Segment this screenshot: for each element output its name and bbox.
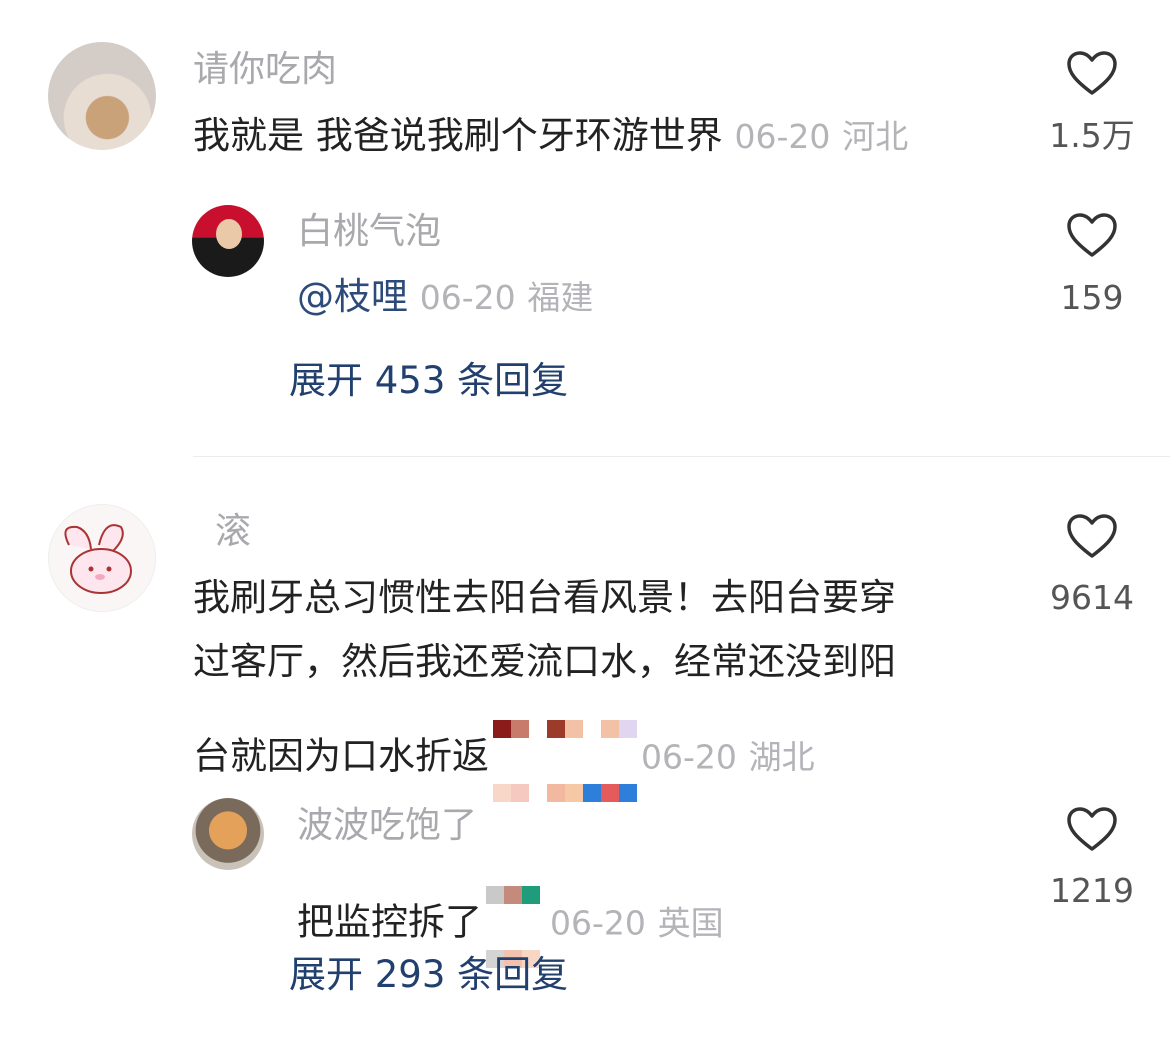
comment-username[interactable]: 请你吃肉 <box>193 48 337 92</box>
reply-location: 英国 <box>657 903 724 943</box>
comment-location: 河北 <box>842 117 909 156</box>
heart-outline-icon[interactable] <box>1066 806 1118 852</box>
like-count: 9614 <box>1050 578 1134 617</box>
avatar[interactable] <box>48 42 156 150</box>
reply-date: 06-20 <box>550 903 646 943</box>
reply-text-row: @枝哩 06-20 福建 <box>297 265 593 330</box>
comment-text-line: 过客厅，然后我还爱流口水，经常还没到阳 <box>193 640 896 683</box>
reply-date: 06-20 <box>419 278 516 317</box>
comment-text-row: 我就是 我爸说我刷个牙环游世界 06-20 河北 <box>193 104 908 169</box>
reply-username[interactable]: 白桃气泡 <box>297 210 441 254</box>
comment-text-last-row: 台就因为口水折返 06-20 湖北 <box>193 694 1023 822</box>
reply-location: 福建 <box>527 278 594 317</box>
comment-username[interactable]: 滚 <box>215 510 251 554</box>
comment-date: 06-20 <box>734 117 831 156</box>
bunny-icon <box>64 524 132 594</box>
reply-text: 把监控拆了 <box>297 900 482 944</box>
heart-outline-icon[interactable] <box>1066 212 1118 258</box>
emoji-sticker <box>493 694 637 822</box>
comment-text-line: 台就因为口水折返 <box>193 734 489 778</box>
expand-replies-button[interactable]: 展开 293 条回复 <box>289 952 568 998</box>
comment-location: 湖北 <box>748 737 815 777</box>
expand-replies-button[interactable]: 展开 453 条回复 <box>289 358 568 404</box>
divider <box>193 456 1170 457</box>
reply-username[interactable]: 波波吃饱了 <box>297 804 477 848</box>
avatar[interactable] <box>48 504 156 612</box>
avatar[interactable] <box>192 798 264 870</box>
like-count: 159 <box>1060 278 1124 317</box>
heart-outline-icon[interactable] <box>1066 513 1118 559</box>
comment-text-line: 我刷牙总习惯性去阳台看风景！去阳台要穿 <box>193 576 896 619</box>
heart-outline-icon[interactable] <box>1066 50 1118 96</box>
like-count: 1219 <box>1050 871 1134 910</box>
like-count: 1.5万 <box>1049 116 1135 155</box>
mention-link[interactable]: @枝哩 <box>297 275 408 318</box>
avatar[interactable] <box>192 205 264 277</box>
comment-date: 06-20 <box>641 737 737 777</box>
comment-text: 我就是 我爸说我刷个牙环游世界 <box>193 114 723 157</box>
comment-text: 我刷牙总习惯性去阳台看风景！去阳台要穿 过客厅，然后我还爱流口水，经常还没到阳 … <box>193 566 1023 822</box>
